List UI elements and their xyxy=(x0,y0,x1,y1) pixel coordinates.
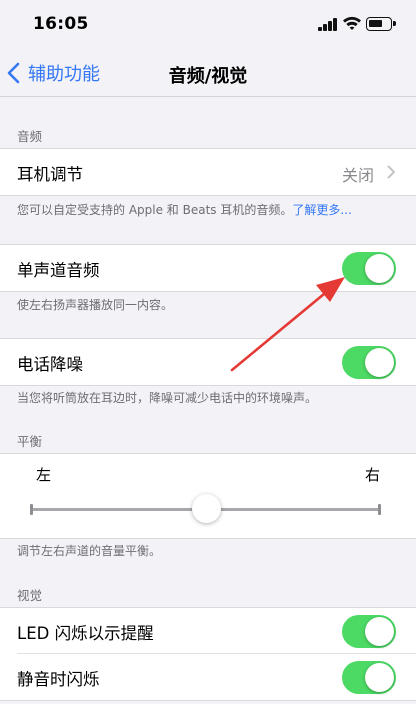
mono-audio-group: 单声道音频 xyxy=(0,244,416,292)
led-flash-switch[interactable] xyxy=(342,615,396,648)
led-flash-row: LED 闪烁以示提醒 xyxy=(0,608,416,654)
section-header-audio: 音频 xyxy=(17,129,43,144)
mono-audio-switch[interactable] xyxy=(342,252,396,285)
battery-icon xyxy=(366,17,396,31)
battery-cap xyxy=(393,21,396,26)
disclosure-chevron-icon xyxy=(387,165,395,179)
mono-audio-row: 单声道音频 xyxy=(0,245,416,291)
silent-flash-row: 静音时闪烁 xyxy=(0,654,416,700)
headphone-group: 耳机调节 关闭 xyxy=(0,148,416,196)
noise-cancel-switch-knob xyxy=(365,348,394,377)
noise-cancel-group: 电话降噪 xyxy=(0,338,416,386)
noise-cancel-footer: 当您将听筒放在耳边时，降噪可减少电话中的环境噪声。 xyxy=(17,391,318,405)
status-time: 16:05 xyxy=(33,14,89,34)
led-flash-label: LED 闪烁以示提醒 xyxy=(17,624,154,643)
balance-slider-right-tick xyxy=(378,504,381,515)
nav-divider xyxy=(0,96,416,97)
silent-flash-label: 静音时闪烁 xyxy=(17,670,100,689)
section-header-balance: 平衡 xyxy=(17,434,43,449)
balance-left-label: 左 xyxy=(36,466,52,484)
headphone-label: 耳机调节 xyxy=(17,165,83,184)
silent-flash-switch[interactable] xyxy=(342,661,396,694)
nav-bar: 辅助功能 音频/视觉 xyxy=(0,50,416,96)
noise-cancel-switch[interactable] xyxy=(342,346,396,379)
wifi-icon xyxy=(343,16,361,30)
headphone-footer-text: 您可以自定受支持的 Apple 和 Beats 耳机的音频。 xyxy=(17,203,293,217)
headphone-accommodations-row[interactable]: 耳机调节 关闭 xyxy=(0,149,416,195)
mono-audio-switch-knob xyxy=(365,254,394,283)
balance-slider-left-tick xyxy=(30,504,33,515)
led-flash-switch-knob xyxy=(365,617,394,646)
balance-footer: 调节左右声道的音量平衡。 xyxy=(17,544,162,558)
silent-flash-switch-knob xyxy=(365,663,394,692)
page-title: 音频/视觉 xyxy=(168,66,248,87)
noise-cancel-label: 电话降噪 xyxy=(17,355,83,374)
battery-fill xyxy=(369,20,382,27)
visual-group: LED 闪烁以示提醒 静音时闪烁 xyxy=(0,607,416,701)
mono-audio-footer: 使左右扬声器播放同一内容。 xyxy=(17,298,174,312)
mono-audio-label: 单声道音频 xyxy=(17,261,100,280)
noise-cancel-row: 电话降噪 xyxy=(0,339,416,385)
balance-slider-thumb[interactable] xyxy=(191,494,221,523)
headphone-footer: 您可以自定受支持的 Apple 和 Beats 耳机的音频。了解更多... xyxy=(17,202,402,219)
balance-right-label: 右 xyxy=(364,466,380,484)
signal-icon xyxy=(318,18,338,31)
learn-more-link[interactable]: 了解更多... xyxy=(292,203,351,217)
status-bar: 16:05 xyxy=(0,0,416,50)
headphone-value: 关闭 xyxy=(341,166,374,185)
balance-group: 左 右 xyxy=(0,453,416,539)
section-header-visual: 视觉 xyxy=(17,588,43,603)
